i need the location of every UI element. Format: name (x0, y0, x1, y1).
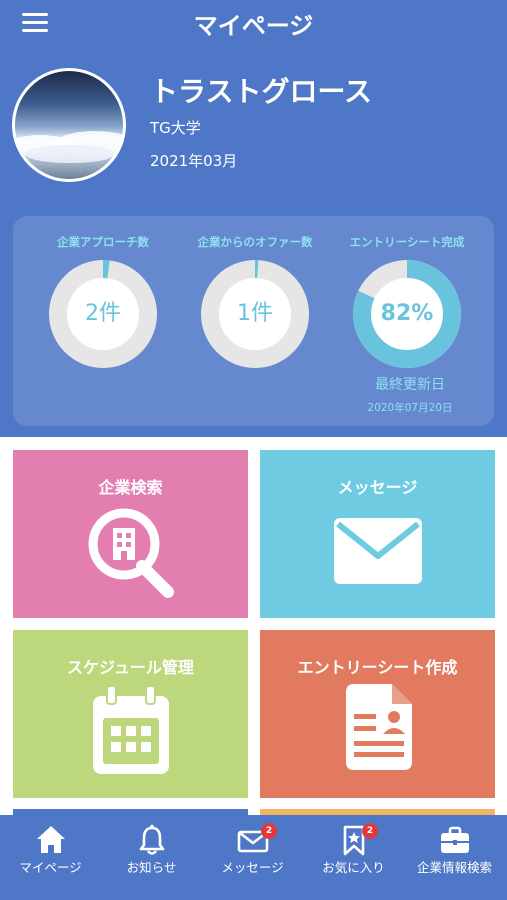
tile-label: 企業検索 (98, 478, 163, 497)
stat-value: 82% (380, 301, 434, 326)
building-search-icon (88, 508, 174, 598)
nav-favorites[interactable]: 2 お気に入り (303, 815, 404, 900)
nav-mypage[interactable]: マイページ (0, 815, 101, 900)
stat-label: 企業からのオファー数 (197, 235, 313, 249)
bell-icon (139, 824, 165, 855)
tile-message[interactable]: メッセージ (260, 450, 495, 618)
stat-ring: 82% (351, 258, 463, 370)
profile-school: TG大学 (150, 119, 201, 137)
bottom-navigation: マイページ お知らせ 2 メッセージ 2 お気に入り 企業情報検索 (0, 815, 507, 900)
nav-label: マイページ (19, 860, 82, 875)
last-updated-label: 最終更新日 (375, 377, 445, 393)
stat-label: 企業アプローチ数 (57, 235, 149, 249)
tile-label: エントリーシート作成 (297, 658, 458, 677)
page-title: マイページ (193, 12, 314, 40)
nav-label: お知らせ (126, 860, 177, 875)
briefcase-icon (441, 826, 469, 853)
nav-notifications[interactable]: お知らせ (101, 815, 202, 900)
nav-company-info-search[interactable]: 企業情報検索 (404, 815, 505, 900)
profile-graduation-date: 2021年03月 (150, 152, 238, 170)
tile-entry-sheet[interactable]: エントリーシート作成 (260, 630, 495, 798)
nav-label: メッセージ (221, 860, 284, 875)
home-icon (37, 826, 65, 853)
stats-card: 企業アプローチ数 2件 企業からのオファー数 1件 エントリーシート完成 82%… (13, 216, 494, 426)
nav-label: 企業情報検索 (416, 860, 492, 875)
tile-schedule[interactable]: スケジュール管理 (13, 630, 248, 798)
favorites-badge: 2 (362, 823, 378, 839)
stat-value: 1件 (237, 301, 273, 326)
stat-ring: 2件 (47, 258, 159, 370)
stat-ring: 1件 (199, 258, 311, 370)
avatar[interactable] (12, 68, 126, 182)
envelope-icon (334, 518, 422, 584)
tile-label: スケジュール管理 (67, 658, 194, 677)
calendar-icon (93, 686, 169, 774)
tile-company-search[interactable]: 企業検索 (13, 450, 248, 618)
stat-label: エントリーシート完成 (349, 235, 465, 249)
profile-header: マイページ トラストグロース TG大学 2021年03月 企業アプローチ数 2件… (0, 0, 507, 437)
last-updated-date: 2020年07月20日 (367, 402, 453, 414)
stat-value: 2件 (85, 301, 121, 326)
tile-label: メッセージ (337, 478, 418, 497)
nav-label: お気に入り (322, 860, 385, 875)
profile-name: トラストグロース (150, 75, 373, 108)
unread-badge: 2 (261, 823, 277, 839)
nav-messages[interactable]: 2 メッセージ (202, 815, 303, 900)
document-profile-icon (346, 684, 412, 770)
